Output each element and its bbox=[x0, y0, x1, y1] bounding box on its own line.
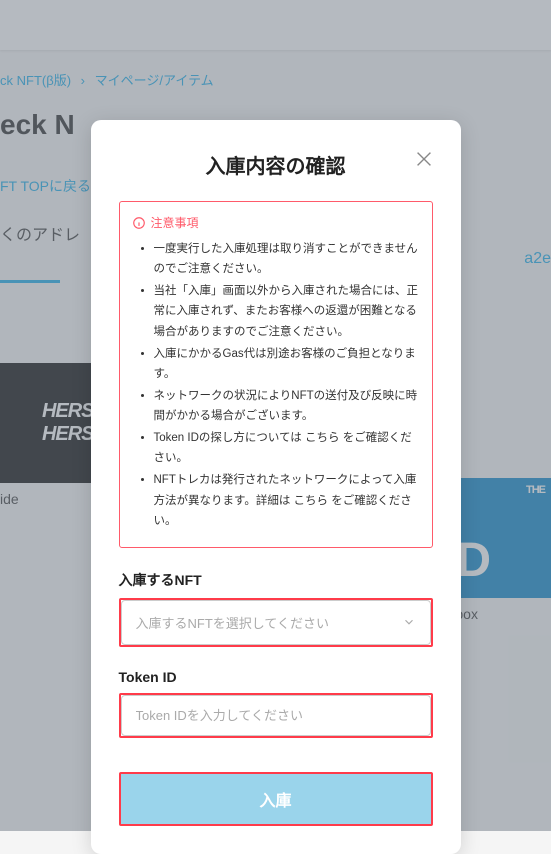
notice-item: NFTトレカは発行されたネットワークによって入庫方法が異なります。詳細は こちら… bbox=[154, 470, 420, 530]
chevron-down-icon bbox=[402, 615, 416, 629]
modal-overlay: 入庫内容の確認 注意事項 一度実行した入庫処理は取り消すことができませんのでご注… bbox=[0, 0, 551, 831]
token-id-input[interactable] bbox=[136, 708, 416, 723]
info-icon bbox=[132, 216, 146, 230]
token-id-highlight bbox=[119, 693, 433, 738]
submit-highlight: 入庫 bbox=[119, 772, 433, 826]
deposit-confirm-modal: 入庫内容の確認 注意事項 一度実行した入庫処理は取り消すことができませんのでご注… bbox=[91, 120, 461, 854]
deposit-submit-button[interactable]: 入庫 bbox=[121, 774, 431, 824]
notice-item: 当社「入庫」画面以外から入庫された場合には、正常に入庫されず、またお客様への返還… bbox=[154, 281, 420, 341]
nft-select-highlight: 入庫するNFTを選択してください bbox=[119, 598, 433, 647]
nft-select[interactable]: 入庫するNFTを選択してください bbox=[121, 600, 431, 645]
notice-header: 注意事項 bbox=[132, 214, 420, 231]
notice-item: 入庫にかかるGas代は別途お客様のご負担となります。 bbox=[154, 344, 420, 384]
close-icon bbox=[413, 148, 435, 170]
notice-box: 注意事項 一度実行した入庫処理は取り消すことができませんのでご注意ください。 当… bbox=[119, 201, 433, 548]
nft-select-label: 入庫するNFT bbox=[119, 570, 433, 590]
nft-select-placeholder: 入庫するNFTを選択してください bbox=[136, 613, 330, 632]
notice-list: 一度実行した入庫処理は取り消すことができませんのでご注意ください。 当社「入庫」… bbox=[132, 239, 420, 531]
notice-item: Token IDの探し方については こちら をご確認ください。 bbox=[154, 428, 420, 468]
notice-item: ネットワークの状況によりNFTの送付及び反映に時間がかかる場合がございます。 bbox=[154, 386, 420, 426]
close-button[interactable] bbox=[413, 148, 435, 170]
modal-title: 入庫内容の確認 bbox=[119, 150, 433, 179]
notice-header-text: 注意事項 bbox=[151, 214, 199, 231]
token-id-label: Token ID bbox=[119, 669, 433, 685]
notice-item: 一度実行した入庫処理は取り消すことができませんのでご注意ください。 bbox=[154, 239, 420, 279]
token-id-input-wrap bbox=[121, 695, 431, 736]
